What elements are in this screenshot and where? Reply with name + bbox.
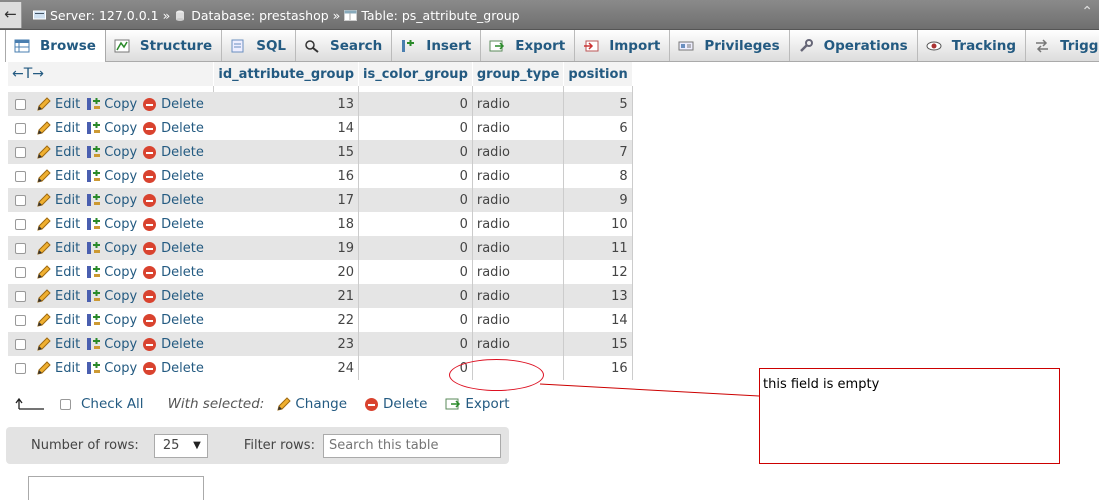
bulk-actions: Check All With selected: Change Delete E… xyxy=(14,393,528,415)
export-icon xyxy=(445,398,461,410)
filter-rows-label: Filter rows: xyxy=(243,438,315,453)
table-navigation: Number of rows: 25 ▼ Filter rows: xyxy=(6,427,509,464)
rows-count-value: 25 xyxy=(162,438,180,453)
bulk-delete-label: Delete xyxy=(383,396,428,412)
pencil-icon xyxy=(277,397,292,411)
filter-rows-input[interactable] xyxy=(322,433,501,458)
bulk-change-label: Change xyxy=(295,396,348,412)
annotation-text: this field is empty xyxy=(763,377,880,392)
bulk-export-button[interactable]: Export xyxy=(445,396,510,412)
chevron-down-icon: ▼ xyxy=(193,440,201,451)
check-all-checkbox[interactable] xyxy=(60,398,71,410)
bulk-change-button[interactable]: Change xyxy=(276,396,347,412)
rows-count-select[interactable]: 25 ▼ xyxy=(153,433,208,458)
rows-count-label: Number of rows: xyxy=(31,438,139,453)
bulk-delete-button[interactable]: Delete xyxy=(365,396,427,412)
return-arrow-icon xyxy=(15,397,44,410)
check-all-label[interactable]: Check All xyxy=(81,396,144,412)
delete-icon xyxy=(365,397,379,411)
annotation-callout: this field is empty xyxy=(759,368,1060,464)
with-selected-label: With selected: xyxy=(167,396,265,412)
partial-panel-below xyxy=(28,476,204,500)
bulk-export-label: Export xyxy=(465,396,510,412)
